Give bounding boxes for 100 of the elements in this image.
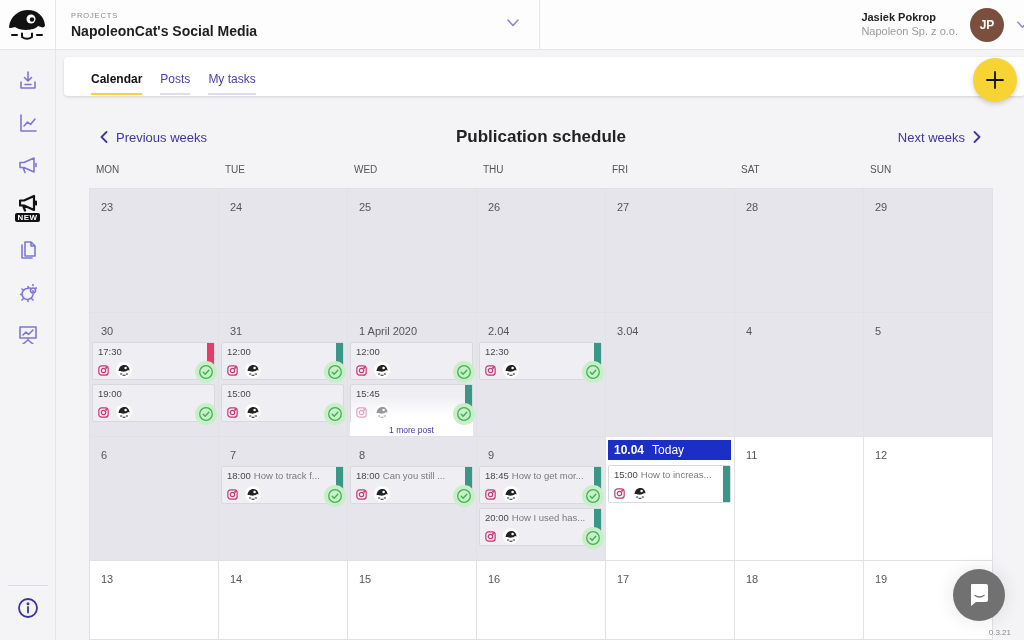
- cat-avatar-icon: [245, 362, 261, 378]
- day-number: 23: [101, 200, 114, 214]
- camera-icon: [227, 364, 238, 376]
- download-icon[interactable]: [18, 71, 37, 90]
- next-weeks-link[interactable]: Next weeks: [897, 127, 981, 147]
- weekday-label: WED: [353, 163, 378, 177]
- user-name: Jasiek Pokrop: [861, 11, 937, 24]
- today-label: Today: [652, 443, 685, 457]
- post-card[interactable]: 15:00: [221, 384, 344, 422]
- weekday-label: SUN: [869, 163, 892, 177]
- day-number: 1 April 2020: [359, 324, 418, 338]
- post-card[interactable]: 12:00: [221, 342, 344, 380]
- project-name[interactable]: NapoleonCat's Social Media: [71, 22, 258, 39]
- post-card[interactable]: 17:30: [92, 342, 215, 380]
- gears-icon[interactable]: [18, 283, 37, 302]
- post-time: 12:00: [356, 346, 380, 358]
- chevron-right-icon: [973, 131, 981, 143]
- company-name: Napoleon Sp. z o.o.: [861, 25, 958, 38]
- camera-icon: [485, 488, 496, 500]
- weekday-label: FRI: [611, 163, 629, 177]
- chat-icon: [969, 584, 989, 606]
- day-number: 14: [230, 572, 243, 586]
- camera-icon: [98, 406, 109, 418]
- day-number: 26: [488, 200, 501, 214]
- chevron-down-icon[interactable]: [507, 18, 519, 27]
- day-number: 27: [617, 200, 630, 214]
- weekday-label: SAT: [740, 163, 760, 177]
- weekday-label: MON: [95, 163, 120, 177]
- day-number: 4: [746, 324, 753, 338]
- day-number: 3.04: [617, 324, 639, 338]
- info-icon[interactable]: [17, 598, 38, 618]
- cat-avatar-icon: [116, 362, 132, 378]
- cat-avatar-icon: [116, 404, 132, 420]
- cat-avatar-icon: [374, 404, 390, 420]
- post-card[interactable]: 18:45 How to get mor...: [479, 466, 602, 504]
- weekday-label: TUE: [224, 163, 245, 177]
- cat-avatar-icon: [503, 362, 519, 378]
- post-time: 12:00: [227, 346, 251, 358]
- post-time: 15:00: [227, 388, 251, 400]
- tab[interactable]: Posts: [160, 68, 191, 95]
- day-number: 6: [101, 448, 108, 462]
- presentation-icon[interactable]: [18, 326, 37, 345]
- day-number: 19: [875, 572, 888, 586]
- day-number: 17: [617, 572, 630, 586]
- version-label: 0.3.21: [988, 628, 1011, 637]
- post-card[interactable]: 12:00: [350, 342, 473, 380]
- day-number: 2.04: [488, 324, 510, 338]
- post-card[interactable]: 18:00 Can you still ...: [350, 466, 473, 504]
- post-card[interactable]: 20:00 How I used has...: [479, 508, 602, 546]
- more-posts-link[interactable]: 1 more post: [350, 422, 473, 436]
- day-number: 29: [875, 200, 888, 214]
- documents-icon[interactable]: [18, 241, 37, 260]
- cat-avatar-icon: [503, 486, 519, 502]
- post-card[interactable]: 15:00 How to increas...: [608, 465, 731, 503]
- camera-icon: [227, 406, 238, 418]
- day-number: 15: [359, 572, 372, 586]
- day-number: 9: [488, 448, 495, 462]
- day-number: 30: [101, 324, 114, 338]
- day-number: 18: [746, 572, 759, 586]
- day-number: 31: [230, 324, 243, 338]
- cat-logo-icon[interactable]: [9, 8, 46, 41]
- camera-icon: [356, 364, 367, 376]
- post-time: 18:00: [227, 470, 251, 482]
- post-time: 20:00: [485, 512, 509, 524]
- tab[interactable]: Calendar: [91, 68, 143, 95]
- day-number: 28: [746, 200, 759, 214]
- day-number: 5: [875, 324, 882, 338]
- plus-icon: [986, 71, 1004, 89]
- chevron-down-icon[interactable]: [1017, 20, 1024, 29]
- day-number: 16: [488, 572, 501, 586]
- post-title: How to increas...: [640, 469, 712, 481]
- cat-avatar-icon: [632, 485, 648, 501]
- previous-weeks-link[interactable]: Previous weeks: [100, 127, 208, 147]
- day-number: 13: [101, 572, 114, 586]
- chevron-left-icon: [100, 131, 108, 143]
- camera-icon: [356, 406, 367, 418]
- post-title: Can you still ...: [382, 470, 446, 482]
- post-card[interactable]: 12:30: [479, 342, 602, 380]
- post-title: How to track f...: [253, 470, 320, 482]
- user-avatar[interactable]: JP: [970, 7, 1004, 42]
- post-card[interactable]: 19:00: [92, 384, 215, 422]
- camera-icon: [485, 530, 496, 542]
- post-time: 18:00: [356, 470, 380, 482]
- camera-icon: [356, 488, 367, 500]
- camera-icon: [98, 364, 109, 376]
- day-number: 25: [359, 200, 372, 214]
- post-time: 18:45: [485, 470, 509, 482]
- post-card[interactable]: 15:45: [350, 384, 473, 422]
- camera-icon: [485, 364, 496, 376]
- tab[interactable]: My tasks: [208, 68, 256, 95]
- post-time: 17:30: [98, 346, 122, 358]
- cat-avatar-icon: [245, 486, 261, 502]
- post-time: 15:45: [356, 388, 380, 400]
- megaphone-icon[interactable]: [18, 193, 37, 212]
- cat-avatar-icon: [374, 486, 390, 502]
- cat-avatar-icon: [503, 528, 519, 544]
- line-chart-icon[interactable]: [18, 113, 37, 132]
- post-card[interactable]: 18:00 How to track f...: [221, 466, 344, 504]
- cat-avatar-icon: [374, 362, 390, 378]
- camera-icon: [227, 488, 238, 500]
